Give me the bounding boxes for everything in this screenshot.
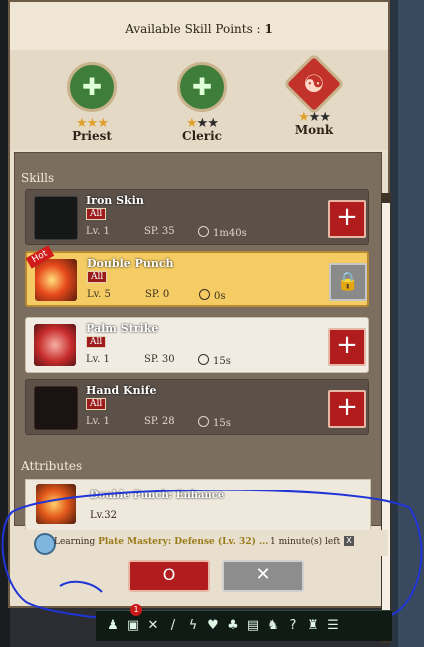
skill-level: Lv. 1 <box>86 416 110 427</box>
skill-icon[interactable]: ϟ <box>184 617 202 635</box>
close-icon[interactable]: X <box>344 536 354 546</box>
iron-skin-icon <box>34 196 78 240</box>
scrollbar[interactable] <box>381 193 391 643</box>
skill-sp: SP. 35 <box>144 226 175 237</box>
skill-name: Iron Skin <box>86 194 144 207</box>
learning-icon <box>34 533 56 555</box>
header: Available Skill Points : 1 <box>10 2 388 52</box>
skill-cooldown: 1m40s <box>198 226 247 239</box>
skill-points-value: 1 <box>264 22 273 36</box>
palm-strike-icon <box>34 324 76 366</box>
person-icon[interactable]: ♟ <box>104 617 122 635</box>
lock-icon[interactable]: 🔒 <box>329 263 367 301</box>
skill-sp: SP. 0 <box>145 289 170 300</box>
skill-cooldown: 15s <box>198 354 231 367</box>
class-priest[interactable]: ✚ ★★★ Priest <box>52 62 132 143</box>
class-name-cleric: Cleric <box>182 129 222 143</box>
skill-tag: All <box>86 398 107 410</box>
horse-icon[interactable]: ♞ <box>264 617 282 635</box>
confirm-button[interactable]: O <box>128 560 210 592</box>
skill-cooldown: 15s <box>198 416 231 429</box>
priest-icon: ✚ <box>67 62 117 112</box>
learn-skill-button[interactable]: + <box>328 390 366 428</box>
class-monk[interactable]: ☯ ★★★ Monk <box>274 52 354 137</box>
sword-icon[interactable]: / <box>164 617 182 635</box>
skill-hand-knife: Hand Knife All Lv. 1 SP. 28 15s + <box>25 379 369 435</box>
skills-panel: Skills Iron Skin All Lv. 1 SP. 35 1m40s … <box>14 152 391 643</box>
heart-icon[interactable]: ♥ <box>204 617 222 635</box>
skill-points-label: Available Skill Points : <box>125 22 261 36</box>
clock-icon <box>198 226 209 237</box>
attribute-level: Lv.32 <box>90 510 118 521</box>
menu-icon[interactable]: ☰ <box>324 617 342 635</box>
party-icon[interactable]: ♣ <box>224 617 242 635</box>
skill-name: Hand Knife <box>86 384 157 397</box>
cancel-button[interactable]: ✕ <box>222 560 304 592</box>
class-cleric[interactable]: ✚ ★★★ Cleric <box>162 62 242 143</box>
double-punch-icon <box>35 259 77 301</box>
clock-icon <box>198 416 209 427</box>
notification-badge: 1 <box>130 604 142 616</box>
learn-skill-button[interactable]: + <box>328 200 366 238</box>
skill-points-row: Available Skill Points : 1 <box>10 22 388 36</box>
attribute-name: Double Punch: Enhance <box>90 490 225 501</box>
scroll-thumb[interactable] <box>382 203 390 623</box>
skill-level: Lv. 1 <box>86 226 110 237</box>
skill-iron-skin: Iron Skin All Lv. 1 SP. 35 1m40s + <box>25 189 369 245</box>
skill-window: Available Skill Points : 1 ✚ ★★★ Priest … <box>8 0 391 643</box>
skill-sp: SP. 28 <box>144 416 175 427</box>
class-name-monk: Monk <box>294 123 334 137</box>
skill-tag: All <box>87 271 108 283</box>
learn-skill-button[interactable]: + <box>328 328 366 366</box>
clock-icon <box>198 354 209 365</box>
skill-name: Palm Strike <box>86 322 159 335</box>
attribute-card[interactable]: Double Punch: Enhance Lv.32 <box>25 479 371 531</box>
taskbar: ♟ ▣ ✕ / ϟ ♥ ♣ ▤ ♞ ? ♜ ☰ <box>96 610 392 641</box>
skill-palm-strike: Palm Strike All Lv. 1 SP. 30 15s + <box>25 317 369 373</box>
skill-cooldown: 0s <box>199 289 226 302</box>
trophy-icon[interactable]: ♜ <box>304 617 322 635</box>
help-icon[interactable]: ? <box>284 617 302 635</box>
clock-icon <box>199 289 210 300</box>
skill-tag: All <box>86 208 107 220</box>
skill-level: Lv. 1 <box>86 354 110 365</box>
skill-sp: SP. 30 <box>144 354 175 365</box>
book-icon[interactable]: ▤ <box>244 617 262 635</box>
skills-section-title: Skills <box>21 171 55 185</box>
class-name-priest: Priest <box>72 129 112 143</box>
attributes-section-title: Attributes <box>21 459 83 473</box>
learning-status: Learning Plate Mastery: Defense (Lv. 32)… <box>10 530 388 556</box>
cleric-icon: ✚ <box>177 62 227 112</box>
skill-double-punch: Hot Double Punch All Lv. 5 SP. 0 0s 🔒 <box>25 245 369 307</box>
class-selector: ✚ ★★★ Priest ✚ ★★★ Cleric ☯ ★★★ Monk <box>10 50 388 191</box>
learning-time-left: 1 minute(s) left <box>270 537 341 547</box>
bag-icon[interactable]: ▣ <box>124 617 142 635</box>
learning-text: Learning Plate Mastery: Defense (Lv. 32)… <box>54 537 269 547</box>
learning-item: Plate Mastery: Defense (Lv. 32) ... <box>98 537 269 547</box>
tools-icon[interactable]: ✕ <box>144 617 162 635</box>
skill-tag: All <box>86 336 107 348</box>
right-background-strip <box>398 0 424 647</box>
hand-knife-icon <box>34 386 78 430</box>
attribute-icon <box>36 484 76 524</box>
monk-icon: ☯ <box>282 52 346 116</box>
skill-level: Lv. 5 <box>87 289 111 300</box>
skill-name: Double Punch <box>87 257 174 270</box>
